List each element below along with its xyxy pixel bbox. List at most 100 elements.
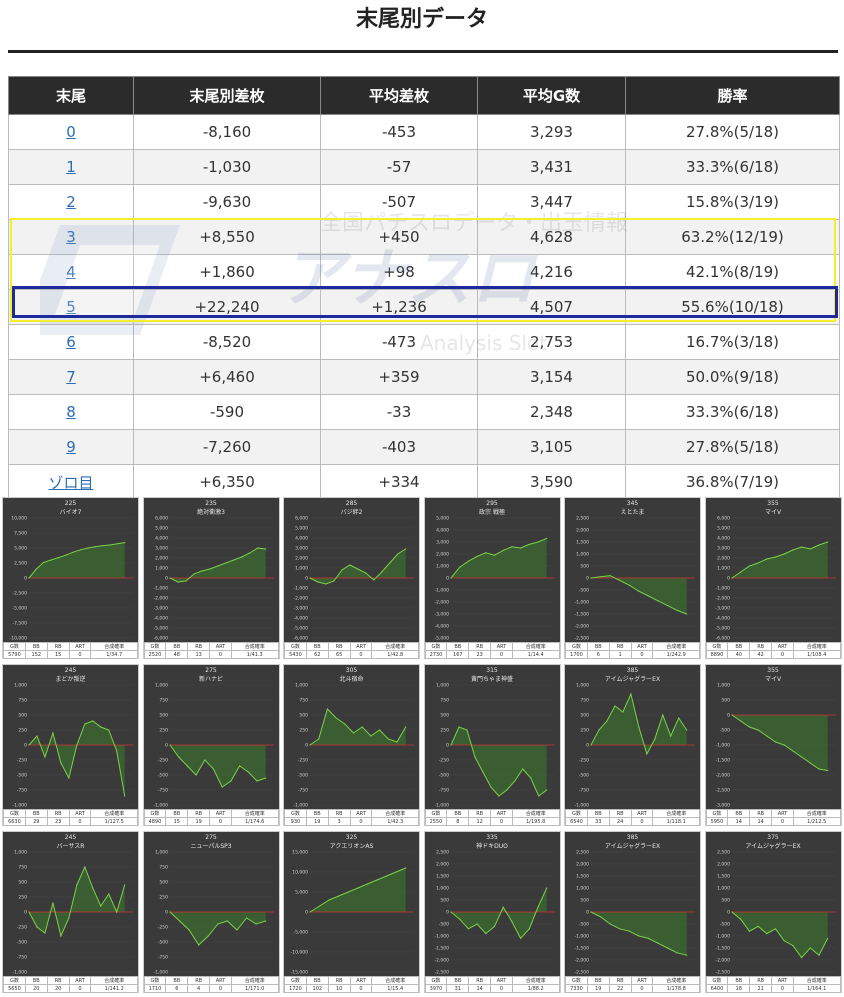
machine-graph-panel[interactable]: 385 アイムジャグラーEX 2,500 2,000 1,500 1,000 500 0 -50… [564,831,701,993]
y-tick-label: 0 [305,910,308,916]
y-tick-label: -3,000 [153,606,168,612]
y-tick-label: -750 [17,788,27,794]
data-point [36,735,38,737]
y-tick-label: -250 [157,925,167,931]
data-point [385,875,388,877]
machine-graph-panel[interactable]: 315 黄門ちゃま神盛 1,000 750 500 250 0 -250 -500 -750 -1,… [423,664,561,826]
tail-link[interactable]: 6 [66,333,76,351]
data-point [502,906,504,908]
payout-area [169,548,266,582]
data-point [116,750,118,752]
data-point [216,565,218,567]
machine-graph-panel[interactable]: 355 マイV 1,000 500 0 -500 -1,000 -1,500 -2,000 -2,… [704,664,842,826]
tail-link[interactable]: 1 [66,158,76,176]
data-point [730,577,733,579]
tail-cell: 9 [8,429,134,465]
machine-graph-panel[interactable]: 245 バーサスR 1,000 750 500 250 0 -250 -500 -750 -1,00… [2,831,139,993]
stats-value: 0 [68,650,92,659]
tail-link[interactable]: 2 [66,193,76,211]
win-rate-cell: 33.3%(6/18) [625,394,840,430]
tail-link[interactable]: 7 [66,368,76,386]
stats-value: 22 [608,984,632,993]
stats-label: 合成確率 [371,809,419,818]
payout-area [310,868,406,912]
stats-value: 102 [305,984,329,993]
machine-graph-panel[interactable]: 325 アクエリオンAS 15,000 10,000 5,000 0 -5,000 -10,0… [283,831,420,993]
machine-graph-panel[interactable]: 235 絶対衝激3 6,000 5,000 4,000 3,000 2,000 1,000 0-… [142,497,280,659]
machine-graph-panel[interactable]: 295 政宗 戦極 5,000 4,000 3,000 2,000 1,000 0 -1,000… [423,497,561,659]
data-point [528,543,530,545]
tail-diff-cell: +1,860 [133,254,321,290]
win-rate-cell: 50.0%(9/18) [625,359,840,395]
stats-label: G数 [3,642,26,651]
machine-graph-panel[interactable]: 345 えとたま 2,500 2,000 1,500 1,000 500 0 -500 -1,00… [564,497,701,659]
machine-number: 335 [486,834,498,841]
data-point [826,769,828,772]
y-tick-label: 750 [159,865,168,871]
machine-graph-grid: 225 バイオ7 10,000 7,500 5,000 2,500 0 -2,500 -5,00… [2,497,844,997]
stats-value: 3 [327,817,351,826]
data-point [376,879,378,881]
win-rate-cell: 27.8%(5/18) [625,114,840,150]
y-tick-label: -6,000 [715,636,730,642]
payout-area [310,549,406,584]
machine-graph-panel[interactable]: 245 まどか叛逆 1,000 750 500 250 0 -250 -500 -750 -1,00… [2,664,139,826]
machine-graph-panel[interactable]: 385 アイムジャグラーEX 1,000 750 500 250 0 -250 -500 -750… [564,664,701,826]
data-point [387,738,389,740]
y-tick-label: 1,500 [576,874,589,880]
machine-graph-panel[interactable]: 275 ニューパルSP3 1,000 750 500 250 0 -250 -500 -750 -1… [142,831,280,993]
y-tick-label: 0 [305,743,308,749]
machine-graph-panel[interactable]: 225 バイオ7 10,000 7,500 5,000 2,500 0 -2,500 -5,00… [2,497,139,659]
avg-games-cell: 3,105 [477,429,626,465]
y-tick-label: 1,000 [295,566,308,572]
tail-link[interactable]: 4 [66,263,76,281]
data-point [783,553,785,555]
col-header-tail: 末尾 [8,76,134,115]
stats-value: 19 [305,817,329,826]
data-point [619,928,621,930]
payout-area [450,538,547,578]
stats-value: 31 [446,984,470,993]
machine-graph-panel[interactable]: 275 新ハナビ 1,000 750 500 250 0 -250 -500 -750 -1,000… [142,664,280,826]
data-point [730,714,733,716]
y-tick-label: 5,000 [295,526,308,532]
stats-value: 0 [209,650,232,659]
data-point [79,549,82,551]
machine-graph-panel[interactable]: 305 北斗宿命 1,000 750 500 250 0 -250 -500 -750 -1,000… [283,664,420,826]
y-tick-label: -1,000 [153,586,168,592]
machine-stats: G数 BB RB ART 合成確率 6630 29 23 0 1/127.5 [3,809,138,826]
machine-graph-panel[interactable]: 335 神ドキDUO 2,500 2,000 1,500 1,000 500 0 -500 -1,… [423,831,561,993]
stats-label: ART [349,976,373,985]
tail-link[interactable]: 9 [66,438,76,456]
machine-graph-panel[interactable]: 355 マイV 6,000 5,000 4,000 3,000 2,000 1,000 0 -1,… [704,497,842,659]
stats-value: 5430 [284,650,307,659]
data-point [44,932,46,934]
tail-link[interactable]: 5 [66,298,76,316]
tail-link[interactable]: 8 [66,403,76,421]
y-tick-label: -4,000 [153,616,168,622]
y-tick-label: 1,000 [155,566,168,572]
avg-diff-cell: -33 [320,394,478,430]
y-tick-label: 4,000 [155,536,168,542]
y-tick-label: 2,500 [717,850,730,856]
tail-link[interactable]: ゾロ目 [48,474,93,492]
stats-label: ART [630,809,654,818]
tail-diff-cell: +22,240 [133,289,321,325]
stats-value: 3970 [424,984,448,993]
tail-link[interactable]: 0 [66,123,76,141]
y-tick-label: -6,000 [293,636,308,642]
y-tick-label: -250 [17,758,27,764]
machine-stats: G数 BB RB ART 合成確率 5430 62 65 0 1/42.8 [284,642,419,659]
data-point [449,744,452,746]
data-point [317,581,319,583]
machine-graph-panel[interactable]: 375 アイムジャグラーEX 2,500 2,000 1,500 1,000 500 0 -50… [704,831,842,993]
data-point [395,871,397,873]
tail-link[interactable]: 3 [66,228,76,246]
data-point [87,547,89,549]
machine-graph-panel[interactable]: 285 バジ絆2 6,000 5,000 4,000 3,000 2,000 1,000 0 -1… [283,497,420,659]
payout-graph: 10,000 7,500 5,000 2,500 0 -2,500 -5,000 -7,500… [10,516,133,642]
tail-diff-cell: -7,260 [133,429,321,465]
payout-graph: 6,000 5,000 4,000 3,000 2,000 1,000 0 -1,000 -2,… [715,516,836,642]
avg-diff-cell: +98 [320,254,478,290]
stats-value: 20 [46,984,70,993]
